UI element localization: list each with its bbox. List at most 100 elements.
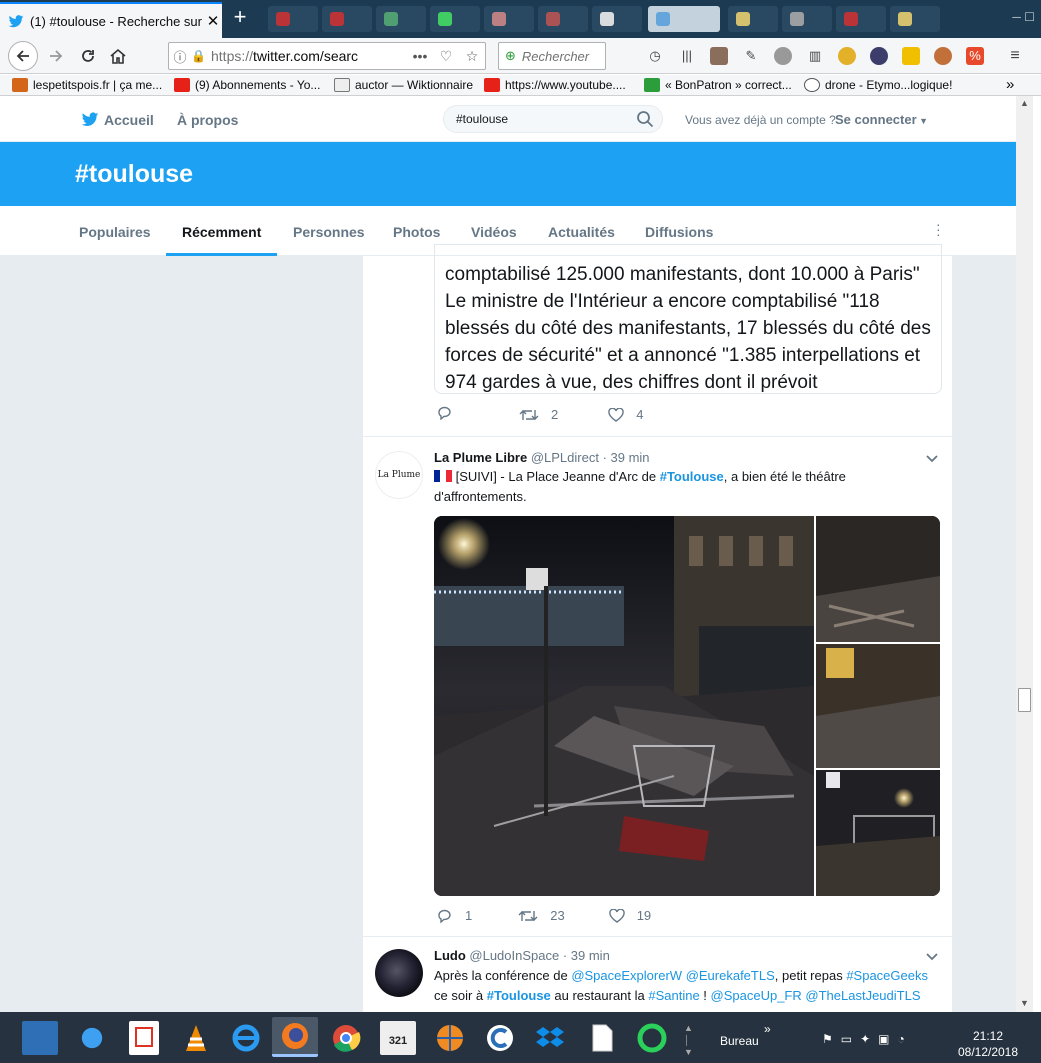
background-tab[interactable]: [376, 6, 426, 32]
browser-search-input[interactable]: ⊕ Rechercher: [498, 42, 606, 70]
chevron-down-icon[interactable]: [925, 951, 939, 961]
pocket-icon[interactable]: ♡: [433, 48, 459, 65]
taskbar-app-icon[interactable]: [22, 1021, 58, 1055]
extension-icon[interactable]: [934, 47, 952, 65]
history-icon[interactable]: ◷: [646, 47, 664, 65]
extension-icon[interactable]: [838, 47, 856, 65]
mention-link[interactable]: @SpaceExplorerW: [571, 968, 682, 983]
chevron-down-icon[interactable]: [925, 453, 939, 463]
bookmark-item[interactable]: drone - Etymo...logique!: [804, 78, 952, 92]
url-bar[interactable]: ⓘ 🔒 https://twitter.com/searc ••• ♡ ☆: [168, 42, 486, 70]
avatar[interactable]: [375, 949, 423, 997]
bookmark-item[interactable]: (9) Abonnements - Yo...: [174, 78, 320, 92]
bookmark-item[interactable]: « BonPatron » correct...: [644, 78, 792, 92]
chrome-icon[interactable]: [328, 1021, 364, 1055]
close-tab-icon[interactable]: ✕: [204, 12, 222, 30]
notepad-icon[interactable]: [584, 1021, 620, 1055]
background-tab[interactable]: [836, 6, 886, 32]
search-icon[interactable]: [636, 110, 654, 128]
back-button[interactable]: [8, 41, 38, 71]
opera-icon[interactable]: [634, 1021, 670, 1055]
321-app-icon[interactable]: 321: [380, 1021, 416, 1055]
library-icon[interactable]: |||: [678, 47, 696, 65]
retweet-button[interactable]: 23: [518, 908, 565, 923]
background-tab-selected[interactable]: [648, 6, 720, 32]
sidebar-icon[interactable]: ▥: [806, 47, 824, 65]
taskbar-scroll-icon[interactable]: ▲ │ ▼: [684, 1022, 693, 1058]
nav-about-link[interactable]: À propos: [177, 112, 238, 128]
like-button[interactable]: 19: [608, 908, 651, 923]
tweet-author[interactable]: Ludo @LudoInSpace · 39 min: [434, 948, 610, 963]
ccleaner-icon[interactable]: [482, 1021, 518, 1055]
extension-icon[interactable]: [710, 47, 728, 65]
twitter-search-input[interactable]: #toulouse: [443, 105, 663, 133]
more-bookmarks-button[interactable]: »: [1006, 76, 1014, 93]
forward-button[interactable]: [42, 42, 70, 70]
tab-broadcasts[interactable]: Diffusions: [645, 224, 713, 240]
retweet-button[interactable]: 2: [519, 407, 558, 422]
page-scrollbar[interactable]: [1016, 96, 1033, 1012]
globe-app-icon[interactable]: [432, 1021, 468, 1055]
background-tab[interactable]: [322, 6, 372, 32]
home-button[interactable]: [104, 42, 132, 70]
background-tab[interactable]: [592, 6, 642, 32]
background-tab[interactable]: [484, 6, 534, 32]
twitter-logo-icon[interactable]: [80, 110, 100, 128]
extension-icon[interactable]: ✎: [742, 47, 760, 65]
tab-photos[interactable]: Photos: [393, 224, 440, 240]
reload-button[interactable]: [74, 42, 102, 70]
nav-home-link[interactable]: Accueil: [104, 112, 154, 128]
background-tab[interactable]: [728, 6, 778, 32]
bookmark-item[interactable]: auctor — Wiktionnaire: [334, 78, 473, 92]
tweet-media-grid[interactable]: [434, 516, 940, 896]
hashtag-link[interactable]: #SpaceGeeks: [846, 968, 928, 983]
tab-videos[interactable]: Vidéos: [471, 224, 517, 240]
page-actions-icon[interactable]: •••: [407, 48, 433, 64]
hashtag-link[interactable]: #Toulouse: [487, 988, 551, 1003]
window-controls[interactable]: ─ ☐: [955, 10, 1035, 26]
extension-icon[interactable]: [870, 47, 888, 65]
info-icon[interactable]: ⓘ: [169, 47, 191, 66]
login-link[interactable]: Se connecter ▼: [835, 112, 928, 127]
vlc-icon[interactable]: [178, 1021, 214, 1055]
toolbar-label[interactable]: Bureau: [720, 1034, 759, 1048]
firefox-icon[interactable]: [272, 1017, 318, 1057]
reply-button[interactable]: 1: [437, 908, 472, 923]
clock[interactable]: 21:12 08/12/2018: [948, 1028, 1028, 1060]
bookmark-star-icon[interactable]: ☆: [459, 48, 485, 65]
background-tab[interactable]: [538, 6, 588, 32]
scrollbar-thumb[interactable]: [1018, 688, 1031, 712]
mention-link[interactable]: @SpaceUp_FR: [711, 988, 802, 1003]
bookmark-item[interactable]: lespetitspois.fr | ça me...: [12, 78, 162, 92]
more-options-icon[interactable]: · · ·: [936, 217, 942, 241]
pdf-icon[interactable]: [129, 1021, 159, 1055]
quoted-tweet-card[interactable]: comptabilisé 125.000 manifestants, dont …: [434, 244, 942, 394]
url-text[interactable]: https://twitter.com/searc: [207, 48, 407, 64]
ie-icon[interactable]: [228, 1021, 264, 1055]
extension-icon[interactable]: [774, 47, 792, 65]
extension-icon[interactable]: %: [966, 47, 984, 65]
reply-button[interactable]: [437, 406, 465, 423]
background-tab[interactable]: [890, 6, 940, 32]
mention-link[interactable]: @EurekafeTLS: [686, 968, 775, 983]
hashtag-link[interactable]: #Santine: [648, 988, 699, 1003]
scroll-down-icon[interactable]: ▼: [1020, 998, 1029, 1008]
background-tab[interactable]: [430, 6, 480, 32]
background-tab[interactable]: [782, 6, 832, 32]
bookmark-item[interactable]: https://www.youtube....: [484, 78, 626, 92]
dropbox-icon[interactable]: [532, 1021, 568, 1055]
tweet-author[interactable]: La Plume Libre @LPLdirect · 39 min: [434, 450, 650, 465]
mention-link[interactable]: @TheLastJeudiTLS: [805, 988, 920, 1003]
hashtag-link[interactable]: #Toulouse: [660, 469, 724, 484]
scroll-up-icon[interactable]: ▲: [1020, 98, 1029, 108]
new-tab-button[interactable]: +: [228, 6, 252, 30]
tab-news[interactable]: Actualités: [548, 224, 615, 240]
like-button[interactable]: 4: [608, 407, 643, 422]
taskbar-app-icon[interactable]: [74, 1021, 110, 1055]
tab-people[interactable]: Personnes: [293, 224, 365, 240]
extension-icon[interactable]: [902, 47, 920, 65]
toolbar-more-button[interactable]: »: [764, 1022, 771, 1036]
avatar[interactable]: La Plume: [375, 451, 423, 499]
tab-active[interactable]: (1) #toulouse - Recherche sur T ✕: [0, 2, 222, 38]
tab-recent[interactable]: Récemment: [182, 224, 261, 240]
